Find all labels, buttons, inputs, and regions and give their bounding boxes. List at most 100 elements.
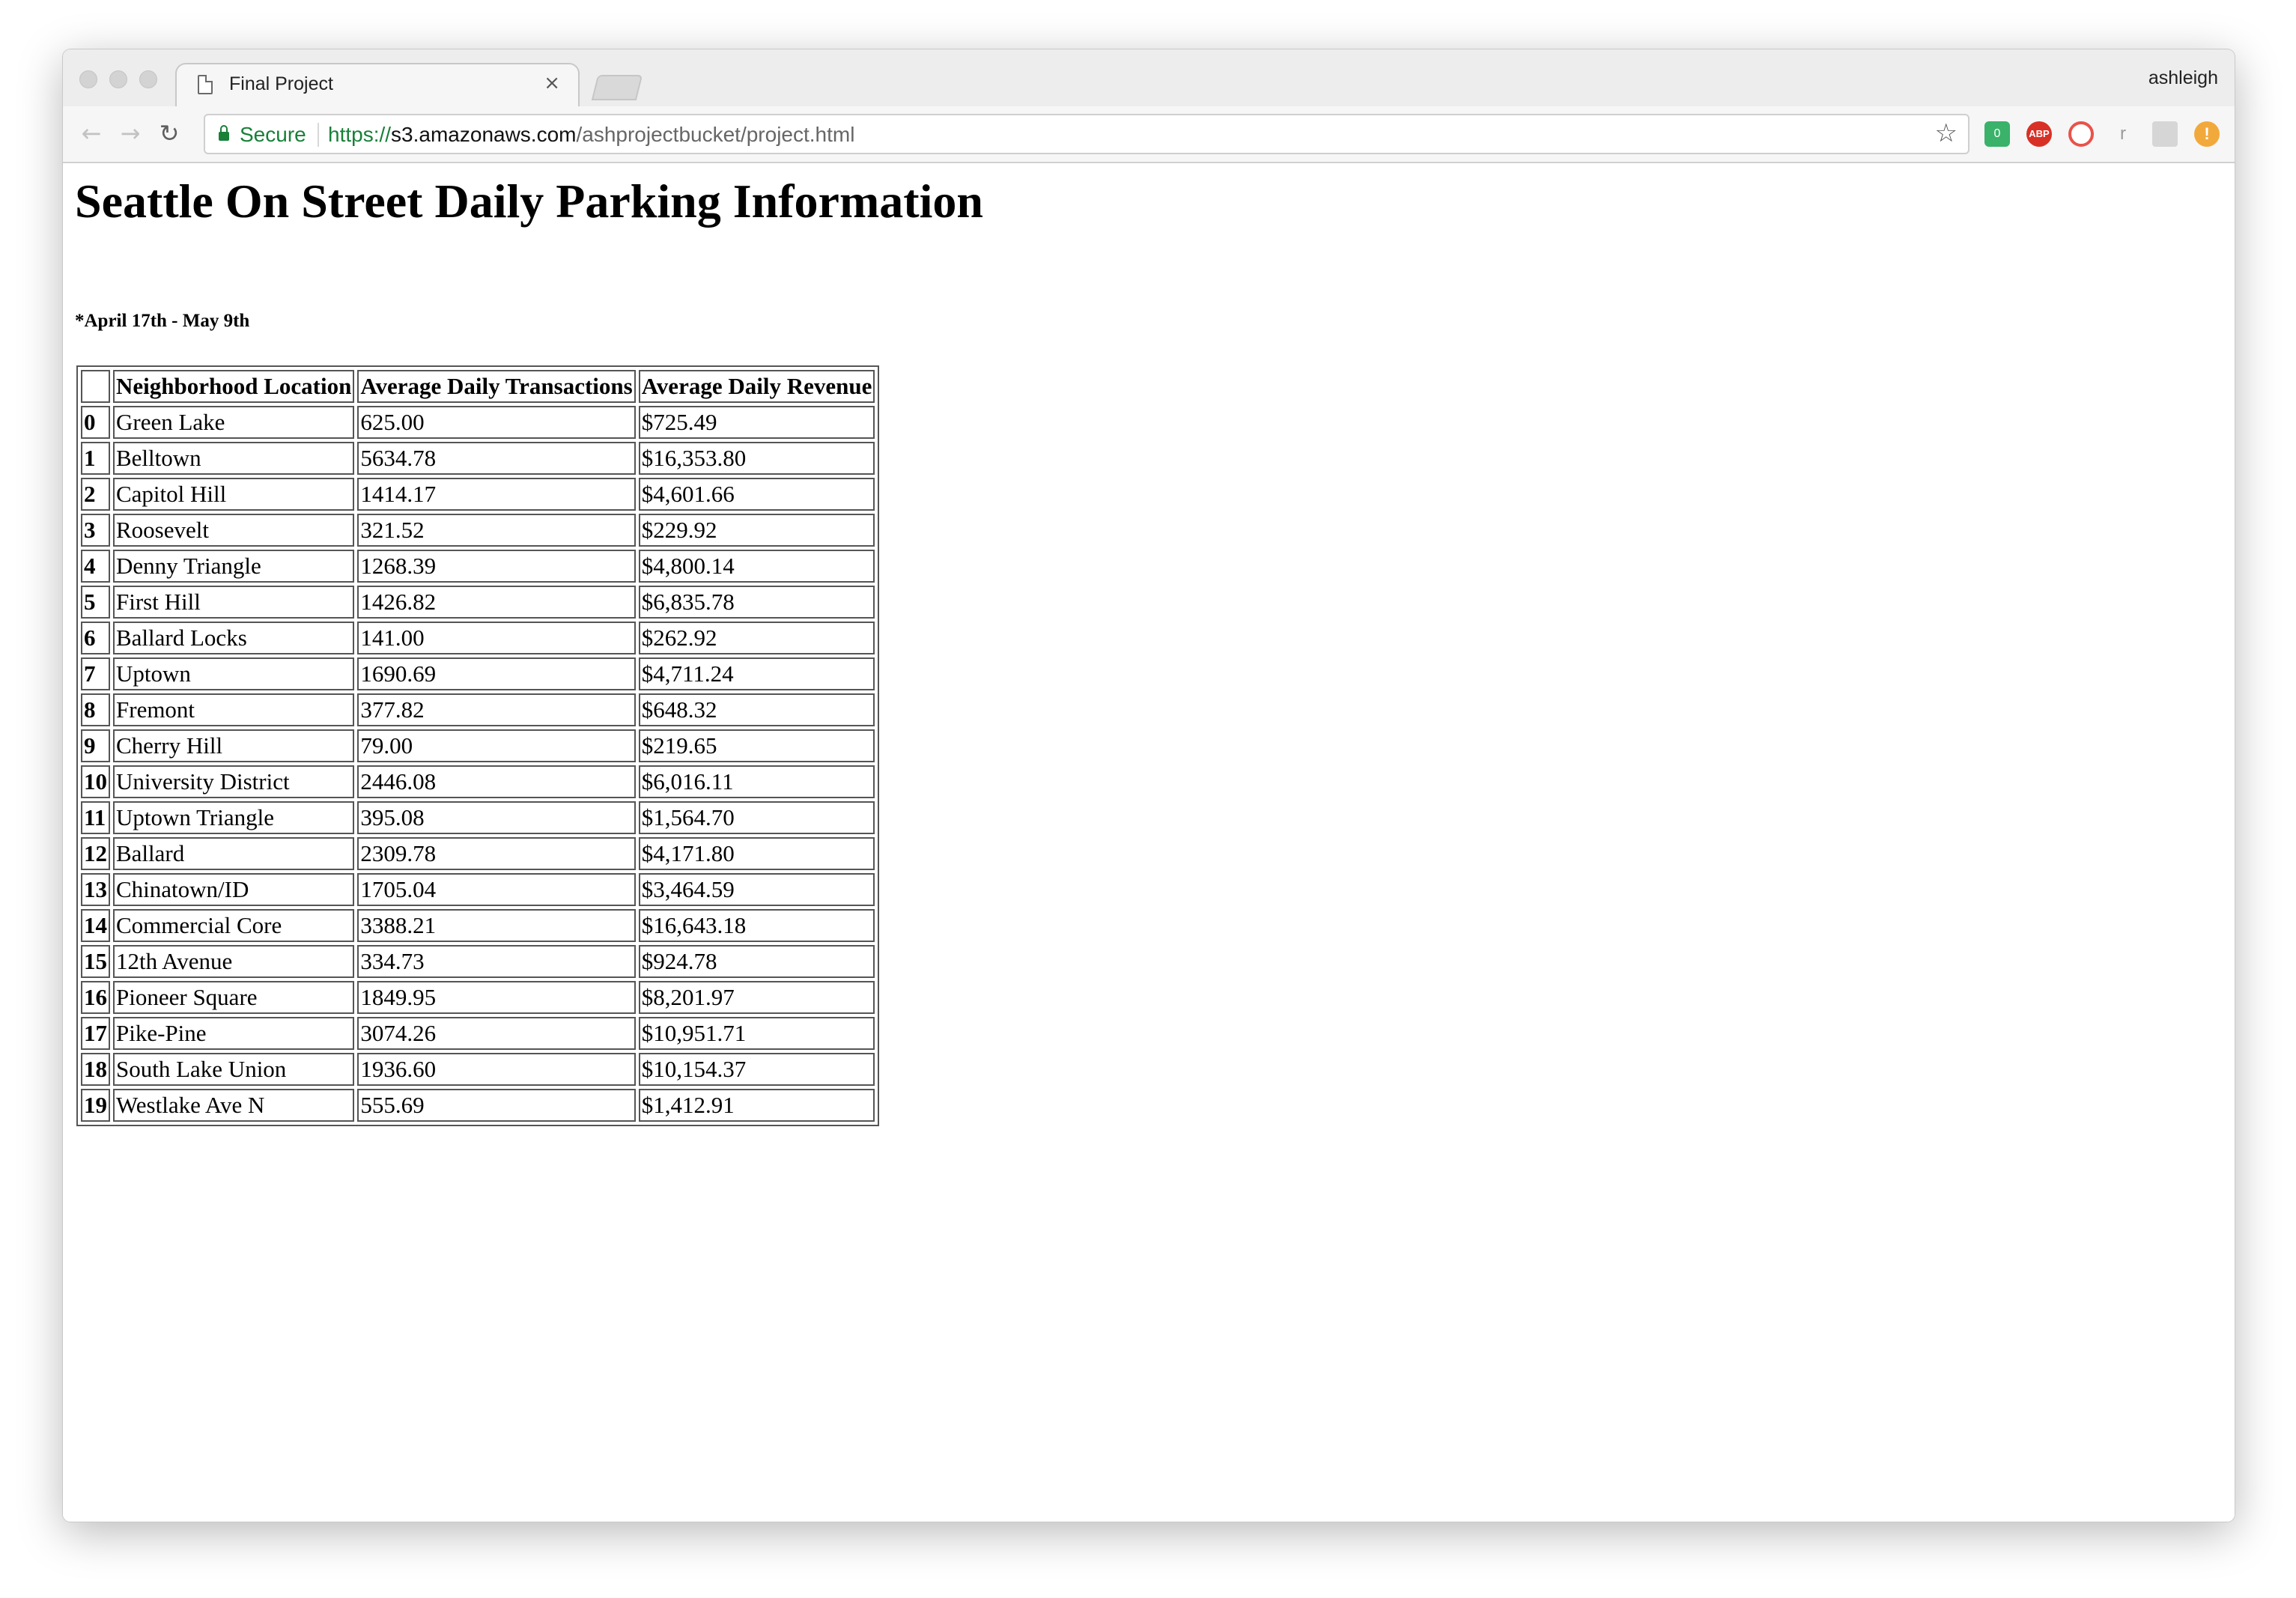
transactions-cell: 1936.60: [357, 1053, 636, 1086]
transactions-cell: 334.73: [357, 945, 636, 978]
table-row: 15 12th Avenue 334.73 $924.78: [81, 945, 875, 978]
neighborhood-cell: Ballard: [113, 837, 355, 870]
neighborhood-cell: 12th Avenue: [113, 945, 355, 978]
revenue-cell: $648.32: [638, 693, 875, 726]
adblock-plus-icon[interactable]: ABP: [2026, 121, 2052, 147]
revenue-cell: $8,201.97: [638, 981, 875, 1014]
close-window-button[interactable]: [79, 70, 97, 88]
row-index: 0: [81, 406, 110, 439]
revenue-cell: $725.49: [638, 406, 875, 439]
row-index: 19: [81, 1089, 110, 1122]
transactions-cell: 141.00: [357, 622, 636, 654]
table-row: 8 Fremont 377.82 $648.32: [81, 693, 875, 726]
row-index: 8: [81, 693, 110, 726]
index-header: [81, 370, 110, 403]
table-row: 18 South Lake Union 1936.60 $10,154.37: [81, 1053, 875, 1086]
table-row: 7 Uptown 1690.69 $4,711.24: [81, 657, 875, 690]
r-extension-icon[interactable]: r: [2110, 121, 2136, 147]
back-icon[interactable]: ←: [76, 118, 106, 148]
neighborhood-cell: Pike-Pine: [113, 1017, 355, 1050]
table-row: 19 Westlake Ave N 555.69 $1,412.91: [81, 1089, 875, 1122]
date-range-subtitle: *April 17th - May 9th: [75, 311, 250, 331]
revenue-cell: $4,171.80: [638, 837, 875, 870]
row-index: 18: [81, 1053, 110, 1086]
transactions-cell: 1426.82: [357, 586, 636, 619]
row-index: 15: [81, 945, 110, 978]
minimize-window-button[interactable]: [109, 70, 127, 88]
profile-name[interactable]: ashleigh: [2148, 67, 2218, 89]
transactions-cell: 3388.21: [357, 909, 636, 942]
tab-title: Final Project: [229, 73, 333, 94]
transactions-cell: 1705.04: [357, 873, 636, 906]
row-index: 9: [81, 729, 110, 762]
row-index: 3: [81, 514, 110, 547]
table-row: 2 Capitol Hill 1414.17 $4,601.66: [81, 478, 875, 511]
address-bar[interactable]: Secure https://s3.amazonaws.com/ashproje…: [204, 114, 1969, 154]
table-row: 16 Pioneer Square 1849.95 $8,201.97: [81, 981, 875, 1014]
parking-table: Neighborhood Location Average Daily Tran…: [76, 365, 880, 1126]
row-index: 10: [81, 765, 110, 798]
neighborhood-cell: University District: [113, 765, 355, 798]
transactions-cell: 5634.78: [357, 442, 636, 475]
table-row: 1 Belltown 5634.78 $16,353.80: [81, 442, 875, 475]
url-text[interactable]: https://s3.amazonaws.com/ashprojectbucke…: [328, 123, 854, 147]
privacy-extension-icon[interactable]: [2068, 121, 2094, 147]
reader-extension-icon[interactable]: [2152, 121, 2178, 147]
tab-final-project[interactable]: Final Project ×: [175, 63, 580, 108]
neighborhood-cell: Commercial Core: [113, 909, 355, 942]
row-index: 4: [81, 550, 110, 583]
transactions-cell: 2446.08: [357, 765, 636, 798]
alert-extension-icon[interactable]: !: [2194, 121, 2220, 147]
transactions-cell: 321.52: [357, 514, 636, 547]
row-index: 14: [81, 909, 110, 942]
neighborhood-cell: Uptown: [113, 657, 355, 690]
transactions-cell: 1268.39: [357, 550, 636, 583]
table-row: 14 Commercial Core 3388.21 $16,643.18: [81, 909, 875, 942]
revenue-cell: $262.92: [638, 622, 875, 654]
transactions-cell: 625.00: [357, 406, 636, 439]
bookmark-star-icon[interactable]: ☆: [1935, 118, 1958, 148]
table-row: 6 Ballard Locks 141.00 $262.92: [81, 622, 875, 654]
revenue-cell: $1,412.91: [638, 1089, 875, 1122]
browser-window: Final Project × ashleigh ← → ↻ Secure ht…: [63, 49, 2235, 1522]
neighborhood-cell: Green Lake: [113, 406, 355, 439]
table-row: 11 Uptown Triangle 395.08 $1,564.70: [81, 801, 875, 834]
revenue-cell: $10,154.37: [638, 1053, 875, 1086]
forward-icon[interactable]: →: [115, 118, 145, 148]
neighborhood-cell: Denny Triangle: [113, 550, 355, 583]
table-row: 0 Green Lake 625.00 $725.49: [81, 406, 875, 439]
maximize-window-button[interactable]: [139, 70, 157, 88]
transactions-cell: 1414.17: [357, 478, 636, 511]
reload-icon[interactable]: ↻: [154, 118, 184, 148]
new-tab-button[interactable]: [591, 75, 643, 100]
transactions-cell: 555.69: [357, 1089, 636, 1122]
table-row: 4 Denny Triangle 1268.39 $4,800.14: [81, 550, 875, 583]
table-row: 13 Chinatown/ID 1705.04 $3,464.59: [81, 873, 875, 906]
revenue-cell: $16,353.80: [638, 442, 875, 475]
table-row: 5 First Hill 1426.82 $6,835.78: [81, 586, 875, 619]
table-header-row: Neighborhood Location Average Daily Tran…: [81, 370, 875, 403]
revenue-cell: $4,800.14: [638, 550, 875, 583]
table-row: 10 University District 2446.08 $6,016.11: [81, 765, 875, 798]
transactions-cell: 79.00: [357, 729, 636, 762]
table-body: 0 Green Lake 625.00 $725.49 1 Belltown 5634.78…: [81, 406, 875, 1122]
neighborhood-cell: Belltown: [113, 442, 355, 475]
close-tab-button[interactable]: ×: [544, 72, 560, 94]
tampermonkey-extension-icon[interactable]: 0: [1984, 121, 2010, 147]
table-row: 9 Cherry Hill 79.00 $219.65: [81, 729, 875, 762]
row-index: 6: [81, 622, 110, 654]
revenue-cell: $16,643.18: [638, 909, 875, 942]
transactions-header: Average Daily Transactions: [357, 370, 636, 403]
page-content: Seattle On Street Daily Parking Informat…: [63, 163, 2235, 1522]
neighborhood-cell: Ballard Locks: [113, 622, 355, 654]
revenue-cell: $6,835.78: [638, 586, 875, 619]
extension-badge: 0: [1993, 127, 2001, 140]
document-icon: [198, 75, 213, 94]
transactions-cell: 395.08: [357, 801, 636, 834]
revenue-cell: $1,564.70: [638, 801, 875, 834]
revenue-header: Average Daily Revenue: [638, 370, 875, 403]
url-scheme: https://: [328, 123, 392, 146]
neighborhood-cell: Cherry Hill: [113, 729, 355, 762]
row-index: 11: [81, 801, 110, 834]
table-row: 17 Pike-Pine 3074.26 $10,951.71: [81, 1017, 875, 1050]
